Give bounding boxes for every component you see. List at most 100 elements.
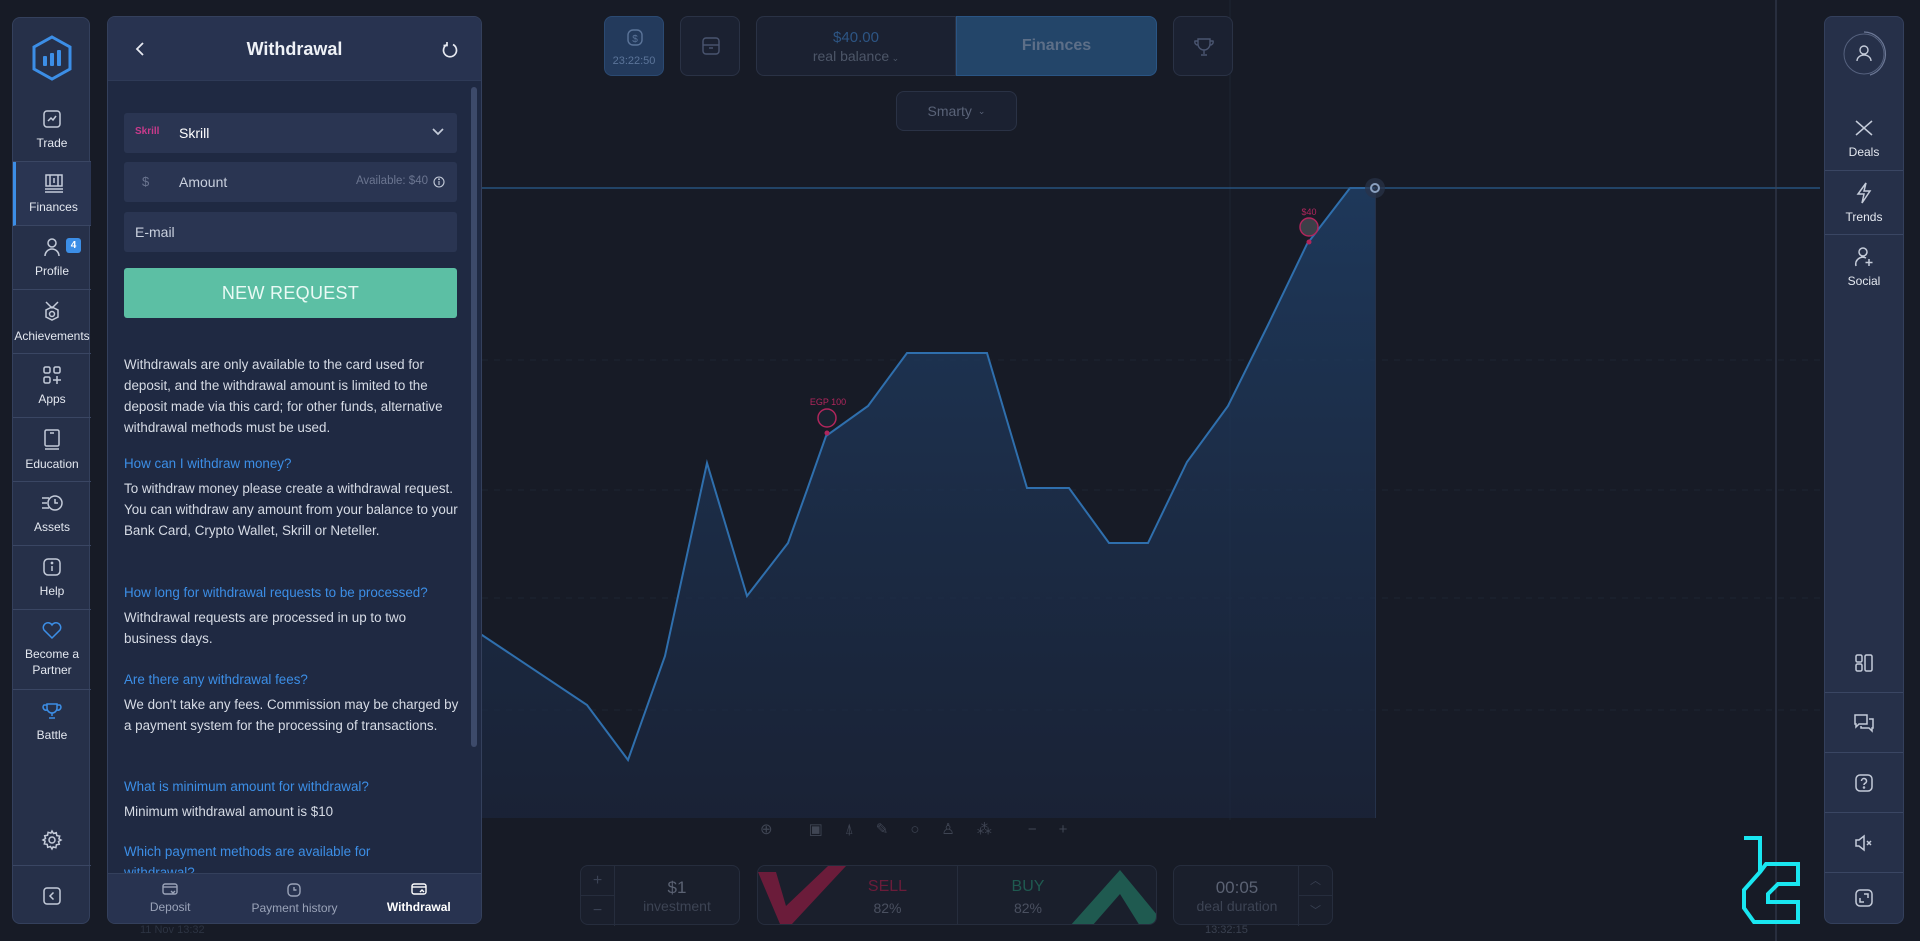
draw-pencil-icon[interactable]: ✎ [876, 820, 889, 838]
time-label-right: 13:32:15 [1205, 924, 1248, 936]
balance-selector[interactable]: $40.00 real balance ⌄ [756, 16, 956, 76]
indicators-icon[interactable]: ⍋ [845, 821, 854, 838]
duration-value[interactable]: 00:05 [1174, 878, 1300, 898]
layout-button[interactable] [1825, 633, 1903, 693]
logo[interactable] [13, 30, 91, 86]
tab-deposit[interactable]: Deposit [108, 874, 232, 923]
asset-name: Smarty [927, 103, 972, 119]
sidebar-item-label: Profile [34, 263, 69, 278]
current-price-dot [1365, 178, 1385, 198]
rightbar-item-label: Trends [1845, 209, 1883, 224]
trade-marker-label: EGP 100 [810, 397, 846, 407]
rightbar-item-label: Deals [1848, 144, 1880, 159]
sidebar-item-profile[interactable]: 4 Profile [13, 226, 91, 290]
sidebar-item-trade[interactable]: Trade [13, 98, 91, 162]
sidebar-item-education[interactable]: Education [13, 418, 91, 482]
cashback-timer-button[interactable]: $ 23:22:50 [604, 16, 664, 76]
withdrawal-panel: Withdrawal Skrill Skrill $ Amount Availa… [107, 16, 482, 924]
faq-question[interactable]: Are there any withdrawal fees? [124, 669, 459, 690]
sidebar-item-partner[interactable]: Become a Partner [13, 610, 91, 690]
info-icon [43, 557, 61, 576]
account-avatar-button[interactable] [1840, 30, 1888, 78]
payment-method-value: Skrill [179, 125, 210, 141]
decrease-investment-button[interactable]: − [581, 896, 615, 926]
faq-question[interactable]: How long for withdrawal requests to be p… [124, 582, 459, 603]
increase-duration-button[interactable]: ︿ [1298, 866, 1332, 896]
new-request-button[interactable]: NEW REQUEST [124, 268, 457, 318]
sidebar-item-help[interactable]: Help [13, 546, 91, 610]
main-sidebar: Trade Finances 4 Profile Achievements Ap… [12, 17, 91, 924]
investment-value[interactable]: $1 [615, 878, 739, 898]
collapse-sidebar-button[interactable] [13, 868, 91, 924]
fullscreen-button[interactable] [1825, 873, 1903, 923]
tab-label: Deposit [149, 900, 191, 914]
price-area [380, 188, 1375, 818]
faq-item: How long for withdrawal requests to be p… [124, 582, 459, 649]
sidebar-item-achievements[interactable]: Achievements [13, 290, 91, 354]
notification-badge: 4 [66, 238, 81, 253]
rightbar-item-deals[interactable]: Deals [1825, 107, 1903, 171]
logo-icon [32, 35, 72, 81]
amount-field[interactable]: $ Amount Available: $40 [124, 162, 457, 202]
duration-box: 00:05 deal duration ︿ ﹀ [1173, 865, 1333, 926]
refresh-button[interactable] [441, 41, 459, 59]
available-balance: Available: $40 [355, 175, 428, 187]
amount-placeholder: Amount [179, 174, 228, 190]
tab-label: Payment history [251, 900, 338, 915]
panel-scrollbar[interactable] [471, 87, 477, 747]
sidebar-item-assets[interactable]: Assets [13, 482, 91, 546]
asset-selector[interactable]: Smarty ⌄ [896, 91, 1017, 131]
chart-type-icon[interactable]: ▣ [809, 820, 823, 838]
tab-withdrawal[interactable]: Withdrawal [357, 874, 481, 923]
fullscreen-icon [1855, 889, 1873, 907]
faq-question[interactable]: How can I withdraw money? [124, 453, 459, 474]
layout-icon [1855, 653, 1873, 672]
chat-button[interactable] [1825, 693, 1903, 753]
rightbar-item-social[interactable]: Social [1825, 235, 1903, 299]
duration-label: deal duration [1196, 898, 1278, 914]
sidebar-item-finances[interactable]: Finances [13, 162, 91, 226]
assets-icon [42, 494, 63, 511]
svg-text:$: $ [632, 34, 638, 45]
payment-method-select[interactable]: Skrill Skrill [124, 113, 457, 153]
add-user-icon [1855, 247, 1873, 267]
tournaments-button[interactable] [1173, 16, 1233, 76]
social-trading-icon[interactable]: ♙ [941, 820, 954, 838]
chart-icon [43, 109, 61, 128]
zoom-in-icon[interactable]: + [1059, 821, 1068, 838]
chevron-left-icon [43, 887, 61, 905]
deals-box-button[interactable] [680, 16, 740, 76]
box-icon [702, 37, 720, 55]
user-icon [44, 237, 60, 256]
currency-symbol: $ [142, 174, 150, 189]
finances-icon [44, 173, 63, 193]
right-sidebar: Deals Trends Social [1824, 16, 1904, 924]
avatar-icon [817, 408, 837, 428]
balance-label-row: real balance ⌄ [757, 48, 955, 64]
decrease-duration-button[interactable]: ﹀ [1298, 896, 1332, 926]
faq-question[interactable]: What is minimum amount for withdrawal? [124, 776, 459, 797]
sidebar-item-apps[interactable]: Apps [13, 354, 91, 418]
sidebar-item-label: Trade [36, 135, 68, 150]
increase-investment-button[interactable]: + [581, 866, 615, 896]
info-icon[interactable] [433, 176, 445, 188]
sell-button[interactable]: SELL 82% [818, 866, 958, 924]
tab-payment-history[interactable]: Payment history [232, 874, 356, 923]
crosshair-icon[interactable]: ⊕ [760, 820, 773, 838]
finances-button[interactable]: Finances [956, 16, 1157, 76]
sidebar-item-label: Finances [29, 199, 78, 214]
trophy-icon [1194, 38, 1214, 56]
sidebar-item-battle[interactable]: Battle [13, 690, 91, 754]
grid-icon[interactable]: ⁂ [977, 820, 992, 838]
settings-button[interactable] [13, 814, 91, 866]
circle-tool-icon[interactable]: ○ [910, 821, 919, 838]
email-field[interactable]: E-mail [124, 212, 457, 252]
rightbar-item-trends[interactable]: Trends [1825, 171, 1903, 235]
avatar-icon [1299, 217, 1319, 237]
support-button[interactable] [1825, 753, 1903, 813]
investment-label: investment [643, 898, 711, 914]
faq-answer: Minimum withdrawal amount is $10 [124, 804, 334, 819]
panel-scroll-area[interactable]: Skrill Skrill $ Amount Available: $40 E-… [108, 81, 481, 891]
sound-toggle[interactable] [1825, 813, 1903, 873]
zoom-out-icon[interactable]: − [1028, 821, 1037, 838]
